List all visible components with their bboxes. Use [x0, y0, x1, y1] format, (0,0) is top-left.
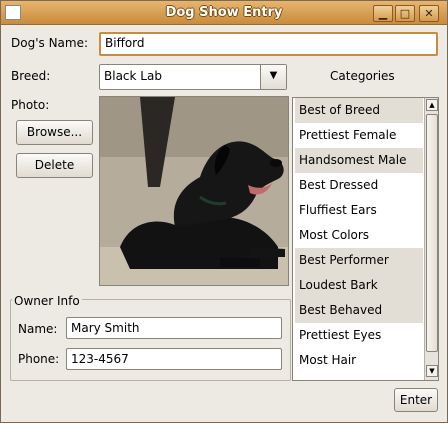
close-button[interactable]: ✕ [419, 5, 439, 22]
owner-info-label: Owner Info [12, 294, 82, 308]
browse-button[interactable]: Browse... [16, 120, 93, 145]
category-item-label: Best of Breed [299, 103, 381, 117]
category-item-label: Prettiest Eyes [299, 328, 382, 342]
category-item-label: Most Colors [299, 228, 370, 242]
dog-show-entry-window: Dog Show Entry ▁ □ ✕ Dog's Name: Bifford… [0, 0, 448, 423]
category-item-label: Loudest Bark [299, 278, 378, 292]
title-bar[interactable]: Dog Show Entry ▁ □ ✕ [1, 1, 447, 25]
category-item-label: Most Hair [299, 353, 357, 367]
dogs-name-input[interactable]: Bifford [99, 32, 438, 56]
breed-label: Breed: [11, 69, 51, 83]
category-item[interactable]: Best of Breed [295, 98, 423, 123]
minimize-button[interactable]: ▁ [373, 5, 393, 22]
category-item[interactable]: Most Hair [295, 348, 423, 373]
photo-label: Photo: [11, 98, 50, 112]
owner-phone-label: Phone: [18, 352, 60, 366]
owner-phone-input[interactable]: 123-4567 [66, 348, 282, 370]
categories-scrollbar[interactable]: ▲ ▼ [424, 98, 438, 380]
scroll-up-icon[interactable]: ▲ [426, 99, 438, 111]
scrollbar-thumb[interactable] [426, 114, 438, 352]
owner-name-label: Name: [18, 322, 58, 336]
category-item[interactable]: Handsomest Male [295, 148, 423, 173]
category-item-label: Best Performer [299, 253, 389, 267]
scroll-down-icon[interactable]: ▼ [426, 365, 438, 377]
category-item-label: Fluffiest Ears [299, 203, 377, 217]
category-item[interactable]: Prettiest Female [295, 123, 423, 148]
owner-name-input[interactable]: Mary Smith [66, 317, 282, 339]
breed-combobox[interactable]: Black Lab ▼ [99, 64, 287, 90]
enter-button[interactable]: Enter [394, 388, 438, 412]
category-item[interactable]: Fluffiest Ears [295, 198, 423, 223]
chevron-down-icon[interactable]: ▼ [260, 65, 286, 89]
category-item[interactable]: Prettiest Eyes [295, 323, 423, 348]
categories-label: Categories [330, 69, 395, 83]
dog-photo-icon [100, 97, 288, 285]
breed-value: Black Lab [104, 69, 162, 83]
category-item-label: Prettiest Female [299, 128, 397, 142]
delete-button[interactable]: Delete [16, 153, 93, 178]
category-item[interactable]: Best Behaved [295, 298, 423, 323]
category-item[interactable]: Best Dressed [295, 173, 423, 198]
category-item-label: Handsomest Male [299, 153, 407, 167]
category-item-label: Best Dressed [299, 178, 379, 192]
category-item[interactable]: Loudest Bark [295, 273, 423, 298]
dogs-name-label: Dog's Name: [11, 36, 89, 50]
category-item[interactable]: Most Colors [295, 223, 423, 248]
maximize-button[interactable]: □ [395, 5, 415, 22]
category-item[interactable]: Best Performer [295, 248, 423, 273]
dog-photo [99, 96, 289, 286]
categories-listbox[interactable]: Best of Breed Prettiest Female Handsomes… [292, 97, 439, 381]
category-item-label: Best Behaved [299, 303, 383, 317]
